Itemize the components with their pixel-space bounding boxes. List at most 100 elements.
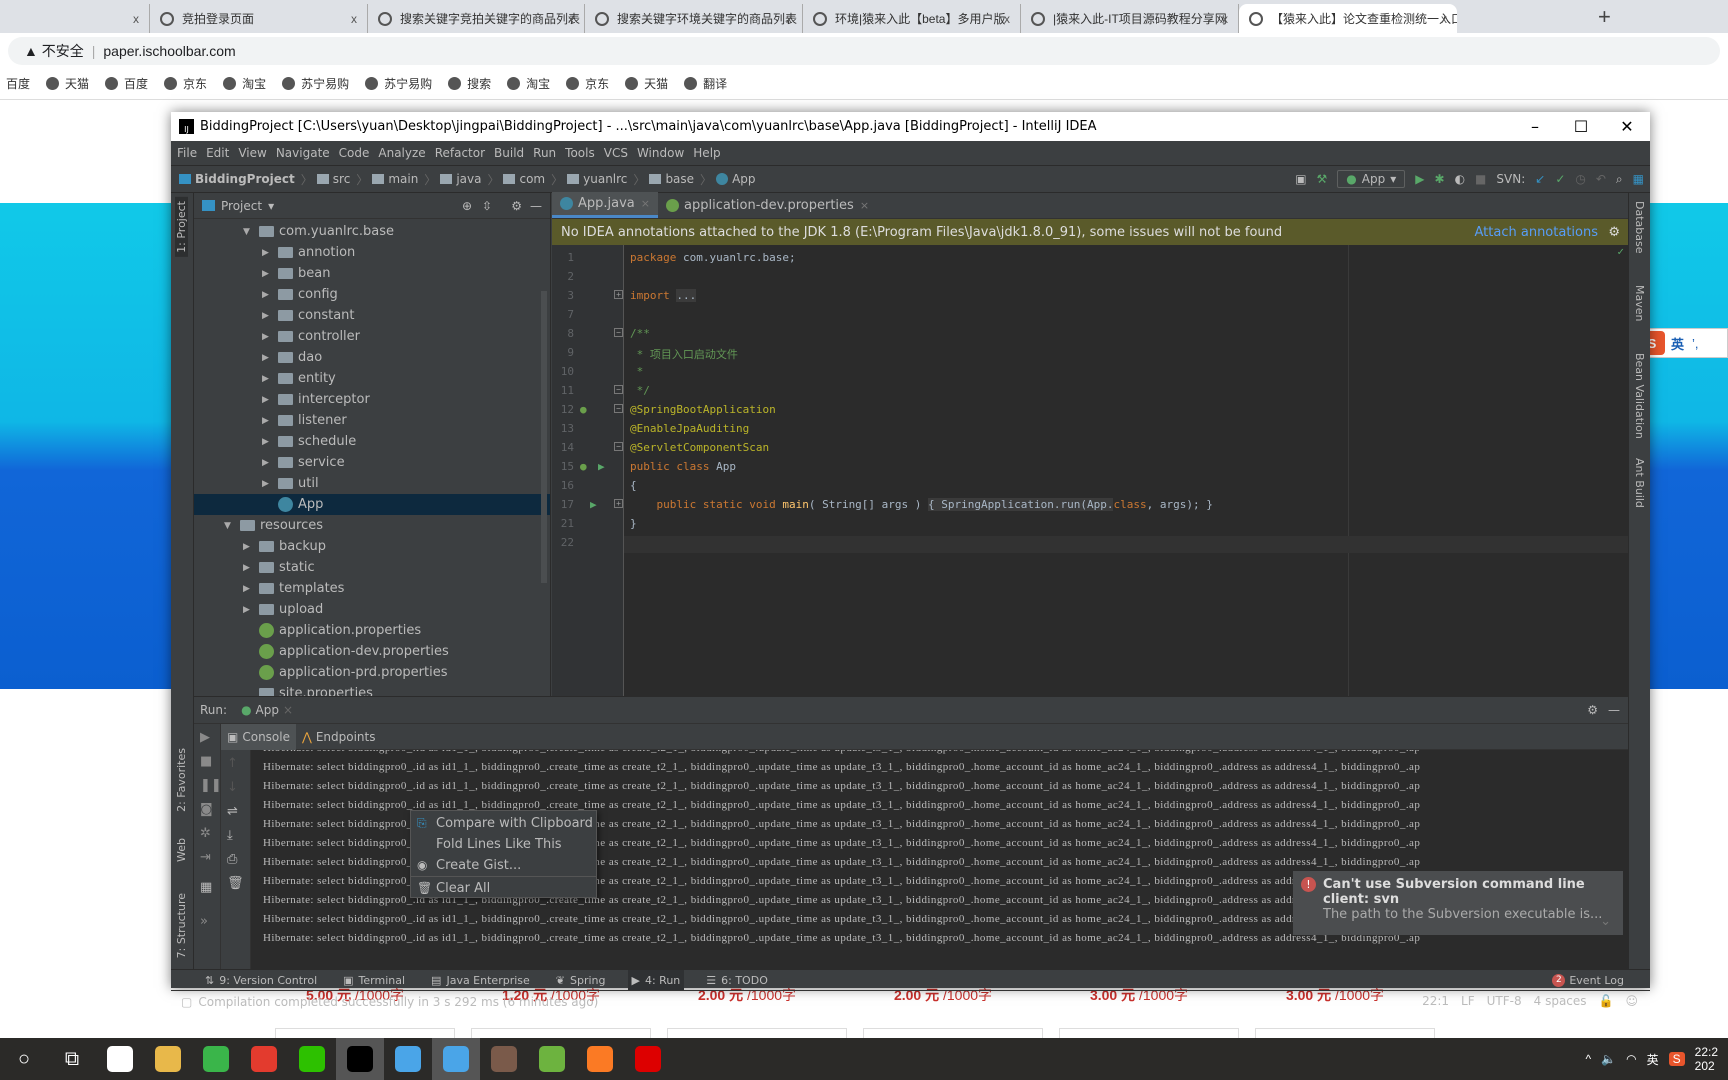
sogou-icon[interactable]: S: [1668, 1052, 1685, 1066]
trash-icon[interactable]: 🗑: [227, 876, 244, 891]
close-tab-icon[interactable]: ×: [641, 197, 650, 210]
revert-icon[interactable]: ↶: [1596, 172, 1606, 186]
url-input[interactable]: ▲ 不安全 | paper.ischoolbar.com: [8, 37, 1720, 65]
tree-item[interactable]: ▶ util: [194, 473, 550, 494]
collapse-arrow-icon[interactable]: ▶: [262, 290, 278, 300]
menu-item-clear-all[interactable]: 🗑 Clear All: [411, 878, 596, 898]
editor-tab[interactable]: App.java ×: [552, 192, 658, 218]
menu-item-compare-clipboard[interactable]: ⎘ Compare with Clipboard: [411, 813, 596, 833]
close-tab-button[interactable]: x: [133, 12, 139, 26]
menu-vcs[interactable]: VCS: [604, 146, 628, 160]
collapse-arrow-icon[interactable]: ▶: [262, 437, 278, 447]
menu-edit[interactable]: Edit: [206, 146, 229, 160]
minimize-button[interactable]: –: [1512, 112, 1558, 141]
breadcrumb-item[interactable]: yuanlrc 〉: [567, 171, 645, 188]
collapse-arrow-icon[interactable]: ▶: [262, 311, 278, 321]
svn-commit-icon[interactable]: ✓: [1555, 172, 1565, 186]
tree-item[interactable]: application.properties: [194, 620, 550, 641]
taskbar-task-view[interactable]: ⧉: [48, 1038, 96, 1080]
inspector-icon[interactable]: ☺: [1625, 994, 1638, 1008]
menu-tools[interactable]: Tools: [565, 146, 595, 160]
volume-icon[interactable]: 🔈: [1601, 1052, 1616, 1066]
stop-icon[interactable]: ■: [1475, 172, 1486, 186]
breadcrumb-item[interactable]: java 〉: [440, 171, 499, 188]
editor-tab[interactable]: application-dev.properties ×: [658, 192, 877, 218]
ime-mode[interactable]: 英: [1671, 334, 1684, 353]
fold-marker-icon[interactable]: −: [614, 404, 623, 413]
bookmark-item[interactable]: 淘宝: [507, 75, 550, 92]
fold-marker-icon[interactable]: −: [614, 442, 623, 451]
clock[interactable]: 22:2 202: [1695, 1045, 1718, 1073]
tab-console[interactable]: ▣ Console: [221, 723, 296, 750]
browser-tab[interactable]: |猿来入此-IT项目源码教程分享网 x: [1021, 4, 1239, 33]
collapse-arrow-icon[interactable]: ▶: [262, 332, 278, 342]
wifi-icon[interactable]: ◠: [1626, 1052, 1636, 1066]
tree-item[interactable]: application-prd.properties: [194, 662, 550, 683]
tree-item[interactable]: ▶ upload: [194, 599, 550, 620]
tool-project[interactable]: 1: Project: [175, 197, 188, 257]
menu-help[interactable]: Help: [693, 146, 720, 160]
svn-update-icon[interactable]: ↙: [1535, 172, 1545, 186]
tree-scrollbar[interactable]: [541, 291, 547, 583]
menu-item-fold-lines[interactable]: Fold Lines Like This: [411, 834, 596, 854]
bookmark-item[interactable]: 搜索: [448, 75, 491, 92]
breadcrumb-item[interactable]: App: [716, 171, 756, 188]
browser-tab[interactable]: 搜索关键字环境关键字的商品列表 x: [585, 4, 803, 33]
project-view-select[interactable]: Project: [221, 199, 262, 213]
collapse-arrow-icon[interactable]: ▶: [262, 374, 278, 384]
menu-item-create-gist[interactable]: ◉ Create Gist...: [411, 855, 596, 875]
close-icon[interactable]: ×: [283, 703, 293, 717]
pause-icon[interactable]: ❚❚: [200, 778, 222, 793]
tree-item[interactable]: ▶ constant: [194, 305, 550, 326]
debug-icon[interactable]: ✱: [1435, 172, 1445, 186]
tree-item[interactable]: ▶ listener: [194, 410, 550, 431]
breadcrumb-item[interactable]: BiddingProject 〉: [179, 171, 313, 188]
security-label[interactable]: 不安全: [42, 41, 84, 61]
breadcrumb-item[interactable]: main 〉: [372, 171, 436, 188]
close-window-button[interactable]: ✕: [1604, 112, 1650, 141]
close-tab-button[interactable]: x: [1004, 12, 1010, 26]
breadcrumb-item[interactable]: src 〉: [316, 171, 368, 188]
taskbar-baidu-netdisk[interactable]: [96, 1038, 144, 1080]
taskbar-recorder[interactable]: [624, 1038, 672, 1080]
tree-item[interactable]: site.properties: [194, 683, 550, 696]
chevron-down-icon[interactable]: ▾: [268, 199, 274, 213]
expand-icon[interactable]: ⌄: [1600, 914, 1611, 929]
taskbar-qq-browser[interactable]: [432, 1038, 480, 1080]
tree-item[interactable]: ▶ dao: [194, 347, 550, 368]
gear-icon[interactable]: ⚙: [1587, 703, 1598, 717]
tree-item[interactable]: ▶ interceptor: [194, 389, 550, 410]
arrow-down-icon[interactable]: ↓: [227, 780, 238, 795]
tool-maven[interactable]: Maven: [1633, 285, 1646, 325]
code-editor[interactable]: 1 2 3 7 8 9 10 11 12 ● 13 14 15 ▶ ● 16 17 ▶ 21 22 ✓ package…: [552, 245, 1628, 696]
tool-version-control[interactable]: ⇅ 9: Version Control: [201, 970, 321, 991]
tree-item[interactable]: ▼ com.yuanlrc.base: [194, 221, 550, 242]
menu-run[interactable]: Run: [533, 146, 556, 160]
indent-setting[interactable]: 4 spaces: [1534, 994, 1587, 1008]
tree-item[interactable]: ▶ annotion: [194, 242, 550, 263]
show-hidden-icons[interactable]: ^: [1586, 1052, 1592, 1066]
rerun-icon[interactable]: ▶: [200, 730, 210, 745]
print-icon[interactable]: ⎙: [227, 852, 237, 867]
file-encoding[interactable]: UTF-8: [1487, 994, 1522, 1008]
menu-code[interactable]: Code: [339, 146, 370, 160]
tree-item[interactable]: ▶ schedule: [194, 431, 550, 452]
taskbar-xampp[interactable]: [576, 1038, 624, 1080]
tree-item[interactable]: App: [194, 494, 550, 515]
tree-item[interactable]: application-dev.properties: [194, 641, 550, 662]
maximize-button[interactable]: ☐: [1558, 112, 1604, 141]
close-tab-icon[interactable]: ×: [860, 199, 869, 212]
tree-item[interactable]: ▶ controller: [194, 326, 550, 347]
tree-item[interactable]: ▶ entity: [194, 368, 550, 389]
run-tab-app[interactable]: ● App ×: [241, 703, 293, 717]
expand-arrow-icon[interactable]: ▼: [224, 521, 240, 531]
tool-web[interactable]: Web: [175, 838, 188, 862]
tree-item[interactable]: ▼ resources: [194, 515, 550, 536]
fold-marker-icon[interactable]: −: [614, 328, 623, 337]
layout-icon[interactable]: ▦: [200, 880, 212, 895]
scroll-to-end-icon[interactable]: ⤓: [227, 828, 233, 843]
breadcrumb-item[interactable]: base 〉: [649, 171, 712, 188]
taskbar-app[interactable]: [384, 1038, 432, 1080]
close-tab-button[interactable]: x: [786, 12, 792, 26]
gear-icon[interactable]: ⚙: [1608, 225, 1620, 240]
